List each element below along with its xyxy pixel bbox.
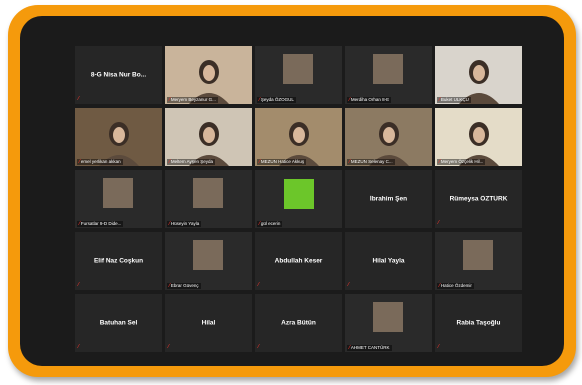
participant-name: ⁄emel yerlikan akkan xyxy=(77,159,123,165)
participant-name: Rümeysa ÖZTÜRK xyxy=(449,195,508,203)
muted-mic-icon: ⁄ xyxy=(79,159,80,165)
participant-video xyxy=(75,170,162,228)
participant-tile[interactable]: Abdullah Keser ⁄ xyxy=(255,232,342,290)
muted-mic-icon: ⁄ xyxy=(348,282,349,288)
muted-mic-icon: ⁄ xyxy=(349,97,350,103)
participant-tile[interactable]: Rümeysa ÖZTÜRK ⁄ xyxy=(435,170,522,228)
participant-tile[interactable]: ⁄Fursatlar 9-D Dide... xyxy=(75,170,162,228)
muted-mic-icon: ⁄ xyxy=(169,221,170,227)
participant-name: Azra Bütün xyxy=(281,319,316,327)
participant-name: Hilal xyxy=(201,319,216,327)
muted-mic-icon: ⁄ xyxy=(438,344,439,350)
participant-video xyxy=(435,232,522,290)
participant-name: 8-G Nisa Nur Bo... xyxy=(90,71,147,79)
participant-video xyxy=(75,108,162,166)
muted-mic-icon: ⁄ xyxy=(78,344,79,350)
participant-video xyxy=(255,46,342,104)
participant-video xyxy=(345,46,432,104)
participant-name: ⁄Meltem Ayşen Şeyda xyxy=(167,159,216,165)
participant-video xyxy=(165,46,252,104)
muted-mic-icon: ⁄ xyxy=(438,220,439,226)
tablet-frame: 8-G Nisa Nur Bo... ⁄ ⁄Meryem Beyzanur G...… xyxy=(8,5,576,377)
participant-video xyxy=(345,294,432,352)
muted-mic-icon: ⁄ xyxy=(349,345,350,351)
participant-name: Hilal Yayla xyxy=(372,257,405,265)
muted-mic-icon: ⁄ xyxy=(259,97,260,103)
participant-name: ⁄Buket ULKÇU xyxy=(437,97,471,103)
participant-tile[interactable]: ⁄MEZUN Hatice Akkuş xyxy=(255,108,342,166)
participant-tile[interactable]: Rabia Taşoğlu ⁄ xyxy=(435,294,522,352)
participant-video xyxy=(165,108,252,166)
participant-name: ⁄Ebrar Güvenç xyxy=(167,283,201,289)
participant-tile[interactable]: ⁄gül ecerin xyxy=(255,170,342,228)
muted-mic-icon: ⁄ xyxy=(349,159,350,165)
participant-tile[interactable]: ⁄Şeyda ÖZOGUL xyxy=(255,46,342,104)
participant-name: ⁄gül ecerin xyxy=(257,221,283,227)
participant-tile[interactable]: ⁄Ebrar Güvenç xyxy=(165,232,252,290)
muted-mic-icon: ⁄ xyxy=(78,282,79,288)
participant-name: Batuhan Sel xyxy=(99,319,138,327)
participant-tile[interactable]: ⁄Buket ULKÇU xyxy=(435,46,522,104)
participant-name: İbrahim Şen xyxy=(369,195,408,203)
participant-tile[interactable]: ⁄Hatice Özdemir xyxy=(435,232,522,290)
participant-video xyxy=(435,46,522,104)
participant-name: ⁄Şeyda ÖZOGUL xyxy=(257,97,296,103)
participant-tile[interactable]: ⁄MEZUN Selenay C... xyxy=(345,108,432,166)
muted-mic-icon: ⁄ xyxy=(439,97,440,103)
participant-tile[interactable]: 8-G Nisa Nur Bo... ⁄ xyxy=(75,46,162,104)
participant-name: ⁄Merdiha Orhan 8-E xyxy=(347,97,392,103)
participant-video xyxy=(345,108,432,166)
muted-mic-icon: ⁄ xyxy=(78,96,79,102)
muted-mic-icon: ⁄ xyxy=(259,221,260,227)
participant-name: ⁄AHMET CANTÜRK xyxy=(347,345,392,351)
participant-video xyxy=(165,170,252,228)
participant-name: ⁄MEZUN Hatice Akkuş xyxy=(257,159,307,165)
participant-name: ⁄Meryem Beyzanur G... xyxy=(167,97,218,103)
participant-name: ⁄Meryem Özçelik Hil... xyxy=(437,159,486,165)
participant-name: ⁄Hüseyin Yayla xyxy=(167,221,202,227)
participant-tile[interactable]: ⁄Meryem Beyzanur G... xyxy=(165,46,252,104)
participant-video xyxy=(255,170,342,228)
participant-name: ⁄Fursatlar 9-D Dide... xyxy=(77,221,124,227)
muted-mic-icon: ⁄ xyxy=(259,159,260,165)
participant-video xyxy=(165,232,252,290)
participant-tile[interactable]: İbrahim Şen xyxy=(345,170,432,228)
participant-tile[interactable]: Azra Bütün ⁄ xyxy=(255,294,342,352)
muted-mic-icon: ⁄ xyxy=(168,344,169,350)
participant-tile[interactable]: ⁄AHMET CANTÜRK xyxy=(345,294,432,352)
muted-mic-icon: ⁄ xyxy=(79,221,80,227)
participant-tile[interactable]: ⁄Meltem Ayşen Şeyda xyxy=(165,108,252,166)
participant-tile[interactable]: ⁄Merdiha Orhan 8-E xyxy=(345,46,432,104)
participant-name: Rabia Taşoğlu xyxy=(456,319,501,327)
muted-mic-icon: ⁄ xyxy=(439,283,440,289)
participant-tile[interactable]: ⁄emel yerlikan akkan xyxy=(75,108,162,166)
muted-mic-icon: ⁄ xyxy=(169,159,170,165)
participant-tile[interactable]: Elif Naz Coşkun ⁄ xyxy=(75,232,162,290)
participant-tile[interactable]: ⁄Meryem Özçelik Hil... xyxy=(435,108,522,166)
participant-name: Abdullah Keser xyxy=(274,257,323,265)
participant-tile[interactable]: Batuhan Sel ⁄ xyxy=(75,294,162,352)
participant-tile[interactable]: Hilal ⁄ xyxy=(165,294,252,352)
muted-mic-icon: ⁄ xyxy=(439,159,440,165)
participant-video xyxy=(435,108,522,166)
meeting-gallery: 8-G Nisa Nur Bo... ⁄ ⁄Meryem Beyzanur G...… xyxy=(20,16,564,366)
participant-video xyxy=(255,108,342,166)
muted-mic-icon: ⁄ xyxy=(169,283,170,289)
muted-mic-icon: ⁄ xyxy=(258,282,259,288)
participant-name: ⁄Hatice Özdemir xyxy=(437,283,474,289)
participant-tile[interactable]: ⁄Hüseyin Yayla xyxy=(165,170,252,228)
participant-tile[interactable]: Hilal Yayla ⁄ xyxy=(345,232,432,290)
participant-name: ⁄MEZUN Selenay C... xyxy=(347,159,395,165)
muted-mic-icon: ⁄ xyxy=(169,97,170,103)
participant-name: Elif Naz Coşkun xyxy=(93,257,144,265)
muted-mic-icon: ⁄ xyxy=(258,344,259,350)
